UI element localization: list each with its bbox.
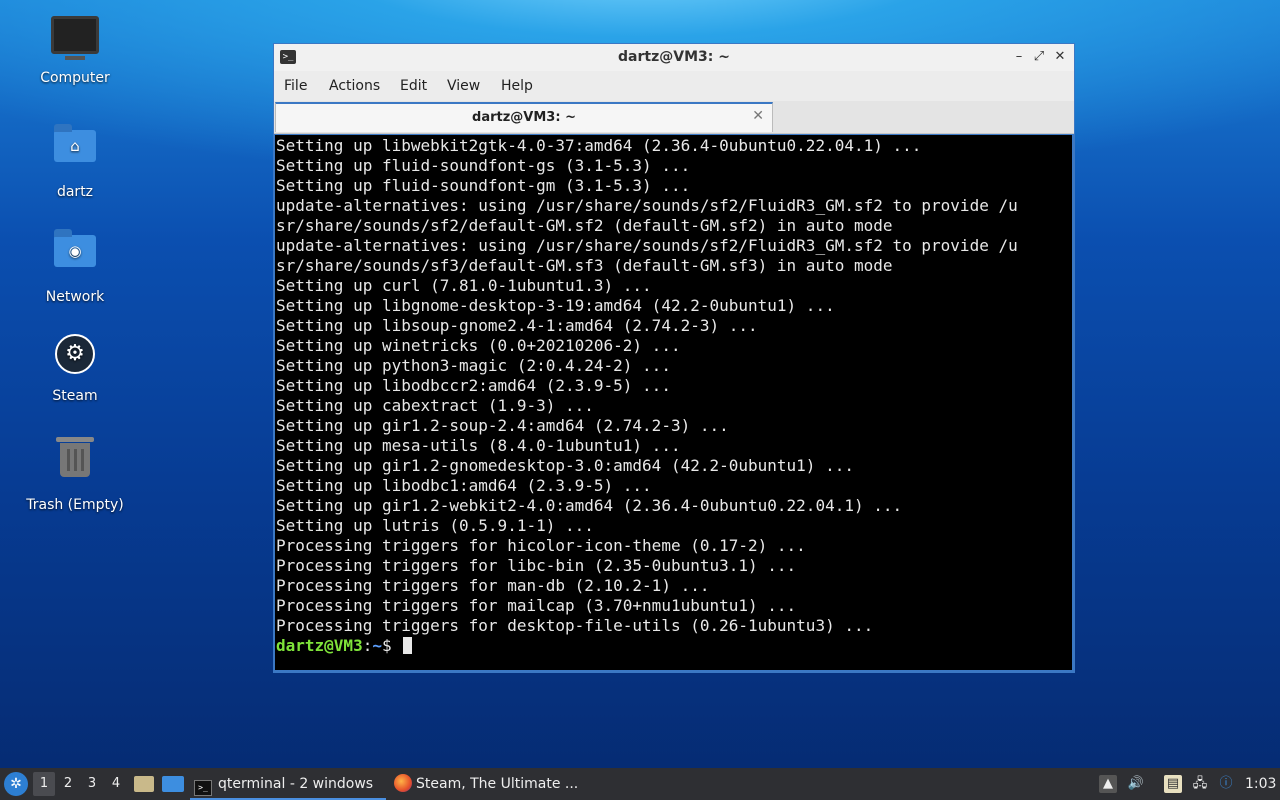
prompt-symbol: $	[381, 636, 402, 655]
terminal-line: Processing triggers for libc-bin (2.35-0…	[276, 556, 797, 575]
terminal-cursor	[403, 637, 413, 654]
terminal-line: Setting up mesa-utils (8.4.0-1ubuntu1) .…	[276, 436, 681, 455]
workspace-2[interactable]: 2	[57, 768, 79, 800]
task-label: Steam, The Ultimate ...	[416, 776, 579, 792]
terminal-text: Setting up libwebkit2gtk-4.0-37:amd64 (2…	[275, 135, 1072, 656]
menu-help[interactable]: Help	[501, 78, 533, 94]
menu-bar: File Actions Edit View Help	[274, 71, 1074, 101]
minimize-button[interactable]: –	[1010, 48, 1028, 66]
terminal-icon: >_	[194, 780, 212, 796]
tab-close-icon[interactable]: ✕	[752, 108, 764, 124]
terminal-line: Setting up lutris (0.5.9.1-1) ...	[276, 516, 594, 535]
terminal-line: Setting up fluid-soundfont-gm (3.1-5.3) …	[276, 176, 691, 195]
terminal-line: update-alternatives: using /usr/share/so…	[276, 236, 1018, 255]
workspace-4[interactable]: 4	[105, 768, 127, 800]
menu-file[interactable]: File	[284, 78, 307, 94]
terminal-line: Processing triggers for mailcap (3.70+nm…	[276, 596, 797, 615]
desktop-icon-steam[interactable]: ⚙ Steam	[20, 330, 130, 404]
terminal-line: Setting up libodbccr2:amd64 (2.3.9-5) ..…	[276, 376, 671, 395]
task-qterminal[interactable]: >_ qterminal - 2 windows	[190, 768, 386, 800]
terminal-line: Setting up cabextract (1.9-3) ...	[276, 396, 594, 415]
terminal-line: Setting up gir1.2-webkit2-4.0:amd64 (2.3…	[276, 496, 903, 515]
maximize-button[interactable]: ⤢	[1030, 48, 1048, 66]
desktop-icon-label: Trash (Empty)	[26, 497, 124, 513]
home-folder-icon: ⌂	[51, 124, 99, 178]
workspace-1[interactable]: 1	[33, 772, 55, 796]
task-steam[interactable]: Steam, The Ultimate ...	[394, 768, 584, 800]
terminal-line: sr/share/sounds/sf2/default-GM.sf2 (defa…	[276, 216, 893, 235]
volume-icon[interactable]: 🔊	[1127, 775, 1145, 793]
tab-bar: dartz@VM3: ~ ✕	[274, 101, 1074, 134]
window-title: dartz@VM3: ~	[618, 49, 730, 65]
terminal-line: Processing triggers for hicolor-icon-the…	[276, 536, 806, 555]
terminal-output[interactable]: Setting up libwebkit2gtk-4.0-37:amd64 (2…	[275, 135, 1072, 670]
start-menu-icon[interactable]: ✲	[4, 772, 28, 796]
file-manager-icon[interactable]	[134, 776, 154, 792]
computer-icon	[51, 16, 99, 64]
desktop-icon-home[interactable]: ⌂ dartz	[20, 120, 130, 200]
menu-view[interactable]: View	[447, 78, 480, 94]
prompt-separator: :	[362, 636, 373, 655]
terminal-line: update-alternatives: using /usr/share/so…	[276, 196, 1018, 215]
terminal-window: >_ dartz@VM3: ~ – ⤢ ✕ File Actions Edit …	[273, 43, 1075, 673]
terminal-line: Setting up libsoup-gnome2.4-1:amd64 (2.7…	[276, 316, 758, 335]
terminal-line: Setting up fluid-soundfont-gs (3.1-5.3) …	[276, 156, 691, 175]
taskbar: ✲ 1 2 3 4 >_ qterminal - 2 windows Steam,…	[0, 768, 1280, 800]
task-label: qterminal - 2 windows	[218, 776, 374, 792]
tray-update-icon[interactable]: ▲	[1099, 775, 1117, 793]
terminal-line: Setting up python3-magic (2:0.4.24-2) ..…	[276, 356, 671, 375]
terminal-line: Setting up libwebkit2gtk-4.0-37:amd64 (2…	[276, 136, 922, 155]
clipboard-icon[interactable]: ▤	[1164, 775, 1182, 793]
prompt-user-host: dartz@VM3	[276, 636, 363, 655]
terminal-line: Setting up winetricks (0.0+20210206-2) .…	[276, 336, 681, 355]
terminal-line: Setting up libgnome-desktop-3-19:amd64 (…	[276, 296, 835, 315]
terminal-line: Setting up libodbc1:amd64 (2.3.9-5) ...	[276, 476, 652, 495]
clock[interactable]: 1:03	[1245, 768, 1276, 800]
steam-icon: ⚙	[51, 334, 99, 382]
window-titlebar[interactable]: >_ dartz@VM3: ~ – ⤢ ✕	[274, 44, 1074, 71]
tab-label: dartz@VM3: ~	[472, 110, 576, 125]
prompt-path: ~	[372, 636, 382, 655]
desktop-icon-label: Network	[45, 289, 105, 305]
firefox-icon	[394, 774, 412, 792]
tab-terminal[interactable]: dartz@VM3: ~ ✕	[275, 102, 773, 132]
terminal-line: Setting up gir1.2-soup-2.4:amd64 (2.74.2…	[276, 416, 729, 435]
terminal-line: Processing triggers for desktop-file-uti…	[276, 616, 874, 635]
notification-icon[interactable]: ⓘ	[1217, 775, 1235, 793]
terminal-line: Processing triggers for man-db (2.10.2-1…	[276, 576, 710, 595]
network-icon[interactable]: 🖧	[1191, 775, 1209, 793]
menu-edit[interactable]: Edit	[400, 78, 427, 94]
workspace-3[interactable]: 3	[81, 768, 103, 800]
desktop-icon-network[interactable]: ◉ Network	[20, 225, 130, 305]
desktop-icon-label: dartz	[56, 184, 94, 200]
trash-icon	[51, 437, 99, 491]
menu-actions[interactable]: Actions	[329, 78, 380, 94]
network-folder-icon: ◉	[51, 229, 99, 283]
desktop-icon-label: Steam	[52, 388, 98, 404]
desktop-icon-computer[interactable]: Computer	[20, 16, 130, 86]
desktop-icon-trash[interactable]: Trash (Empty)	[20, 435, 130, 513]
desktop-icon-label: Computer	[40, 70, 110, 86]
terminal-line: Setting up gir1.2-gnomedesktop-3.0:amd64…	[276, 456, 854, 475]
show-desktop-icon[interactable]	[162, 776, 184, 792]
terminal-line: sr/share/sounds/sf3/default-GM.sf3 (defa…	[276, 256, 893, 275]
close-button[interactable]: ✕	[1051, 48, 1069, 66]
terminal-line: Setting up curl (7.81.0-1ubuntu1.3) ...	[276, 276, 652, 295]
